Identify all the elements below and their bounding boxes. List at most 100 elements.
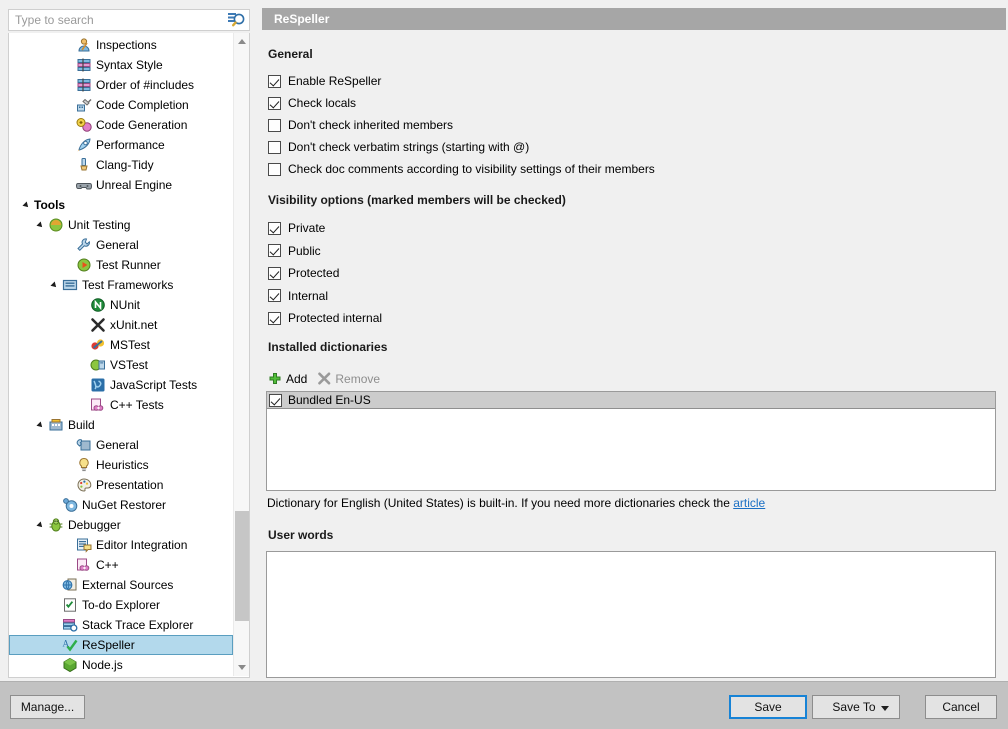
checkbox-public[interactable] [268, 244, 281, 257]
sidebar-item-label: Unit Testing [68, 218, 131, 232]
expander-open-icon[interactable] [21, 195, 34, 215]
search-box[interactable]: Type to search [8, 9, 250, 31]
remove-dictionary-button[interactable]: Remove [317, 372, 380, 386]
bulb-icon [76, 457, 93, 473]
sidebar-item-node-js[interactable]: Node.js [9, 655, 233, 675]
checkbox-row[interactable]: Protected [268, 264, 339, 282]
checkbox-row[interactable]: Check doc comments according to visibili… [268, 160, 655, 178]
checkbox-protected[interactable] [268, 266, 281, 280]
tree-expander-spacer [49, 495, 62, 515]
sidebar-item-label: xUnit.net [110, 318, 158, 332]
checkbox-check-doc-comments-according-to-visibility-settings-of-their-members[interactable] [268, 162, 281, 176]
sidebar-item-mstest[interactable]: MSTest [9, 335, 233, 355]
scrollbar-thumb[interactable] [235, 511, 249, 621]
search-input[interactable]: Type to search [9, 10, 225, 30]
tree-expander-spacer [63, 55, 76, 75]
sidebar-item-javascript-tests[interactable]: JavaScript Tests [9, 375, 233, 395]
sidebar-item-test-runner[interactable]: Test Runner [9, 255, 233, 275]
sidebar-item-stack-trace-explorer[interactable]: Stack Trace Explorer [9, 615, 233, 635]
sidebar-item-c[interactable]: C++ [9, 555, 233, 575]
installed-dictionaries-list[interactable]: Bundled En-US [266, 391, 996, 491]
options-dialog: Type to search Inspections Syntax Style Or… [0, 0, 1008, 729]
checkbox-check-locals[interactable] [268, 96, 281, 110]
expander-open-icon[interactable] [35, 215, 48, 235]
sidebar-item-general[interactable]: General [9, 235, 233, 255]
unit-testing-icon [48, 217, 65, 233]
sidebar-item-heuristics[interactable]: Heuristics [9, 455, 233, 475]
expander-open-icon[interactable] [35, 415, 48, 435]
chevron-up-icon[interactable] [234, 33, 249, 50]
tree-expander-spacer [63, 475, 76, 495]
checkbox-row[interactable]: Private [268, 219, 325, 237]
checkbox-don-t-check-verbatim-strings-starting-with[interactable] [268, 140, 281, 154]
clang-tidy-icon [76, 157, 93, 173]
sidebar-item-c-tests[interactable]: C++ Tests [9, 395, 233, 415]
checkbox-row[interactable]: Public [268, 242, 321, 260]
sidebar-item-editor-integration[interactable]: Editor Integration [9, 535, 233, 555]
manage-button[interactable]: Manage... [10, 695, 85, 719]
sidebar-item-unit-testing[interactable]: Unit Testing [9, 215, 233, 235]
sidebar-item-xunit-net[interactable]: xUnit.net [9, 315, 233, 335]
sidebar-item-unreal-engine[interactable]: Unreal Engine [9, 175, 233, 195]
dictionary-checkbox[interactable] [269, 393, 282, 407]
dictionary-row[interactable]: Bundled En-US [267, 392, 995, 409]
sidebar-item-performance[interactable]: Performance [9, 135, 233, 155]
sidebar-item-test-frameworks[interactable]: Test Frameworks [9, 275, 233, 295]
sidebar-item-nuget-restorer[interactable]: NuGet Restorer [9, 495, 233, 515]
save-to-button[interactable]: Save To [812, 695, 900, 719]
dictionary-article-link[interactable]: article [733, 496, 765, 510]
checkbox-don-t-check-inherited-members[interactable] [268, 118, 281, 132]
sidebar-item-debugger[interactable]: Debugger [9, 515, 233, 535]
sidebar-item-to-do-explorer[interactable]: To-do Explorer [9, 595, 233, 615]
settings-tree[interactable]: Inspections Syntax Style Order of #include… [9, 33, 233, 676]
sidebar-item-label: C++ [96, 558, 119, 572]
sidebar-item-respeller[interactable]: A ReSpeller [9, 635, 233, 655]
cancel-button[interactable]: Cancel [925, 695, 997, 719]
sidebar-item-nunit[interactable]: NUnit [9, 295, 233, 315]
sidebar-item-external-sources[interactable]: External Sources [9, 575, 233, 595]
javascript-icon [90, 377, 107, 393]
palette-icon [76, 477, 93, 493]
tree-scrollbar[interactable] [233, 33, 249, 676]
sidebar-item-general[interactable]: General [9, 435, 233, 455]
checkbox-row[interactable]: Don't check verbatim strings (starting w… [268, 138, 529, 156]
checkbox-protected-internal[interactable] [268, 311, 281, 325]
checkbox-label: Don't check inherited members [288, 118, 454, 132]
sidebar-item-label: Node.js [82, 658, 123, 672]
checkbox-internal[interactable] [268, 289, 281, 302]
remove-dictionary-label: Remove [335, 372, 381, 386]
checkbox-row[interactable]: Check locals [268, 94, 356, 112]
checkbox-label: Public [288, 243, 321, 258]
sidebar-item-label: Inspections [96, 38, 157, 52]
save-button[interactable]: Save [729, 695, 807, 719]
checkbox-row[interactable]: Protected internal [268, 309, 382, 327]
checkbox-row[interactable]: Don't check inherited members [268, 116, 453, 134]
chevron-down-icon [881, 706, 889, 711]
sidebar-item-build[interactable]: Build [9, 415, 233, 435]
nunit-icon [90, 297, 107, 313]
tree-expander-spacer [77, 335, 90, 355]
chevron-down-icon[interactable] [234, 659, 249, 676]
sidebar-item-clang-tidy[interactable]: Clang-Tidy [9, 155, 233, 175]
sidebar-item-vstest[interactable]: VSTest [9, 355, 233, 375]
sidebar-item-code-generation[interactable]: Code Generation [9, 115, 233, 135]
checkbox-enable-respeller[interactable] [268, 74, 281, 88]
checkbox-row[interactable]: Enable ReSpeller [268, 72, 381, 90]
sidebar-item-order-of-includes[interactable]: Order of #includes [9, 75, 233, 95]
tree-expander-spacer [63, 115, 76, 135]
sidebar-item-inspections[interactable]: Inspections [9, 35, 233, 55]
checkbox-private[interactable] [268, 221, 281, 235]
checkbox-row[interactable]: Internal [268, 287, 328, 305]
sidebar-item-label: Performance [96, 138, 165, 152]
expander-open-icon[interactable] [35, 515, 48, 535]
debugger-icon [48, 517, 65, 533]
test-runner-icon [76, 257, 93, 273]
add-dictionary-button[interactable]: Add [268, 372, 307, 386]
sidebar-item-syntax-style[interactable]: Syntax Style [9, 55, 233, 75]
sidebar-item-code-completion[interactable]: Code Completion [9, 95, 233, 115]
expander-open-icon[interactable] [49, 275, 62, 295]
sidebar-item-tools[interactable]: Tools [9, 195, 233, 215]
sidebar-item-presentation[interactable]: Presentation [9, 475, 233, 495]
syntax-style-icon [76, 57, 93, 73]
user-words-textarea[interactable] [266, 551, 996, 678]
